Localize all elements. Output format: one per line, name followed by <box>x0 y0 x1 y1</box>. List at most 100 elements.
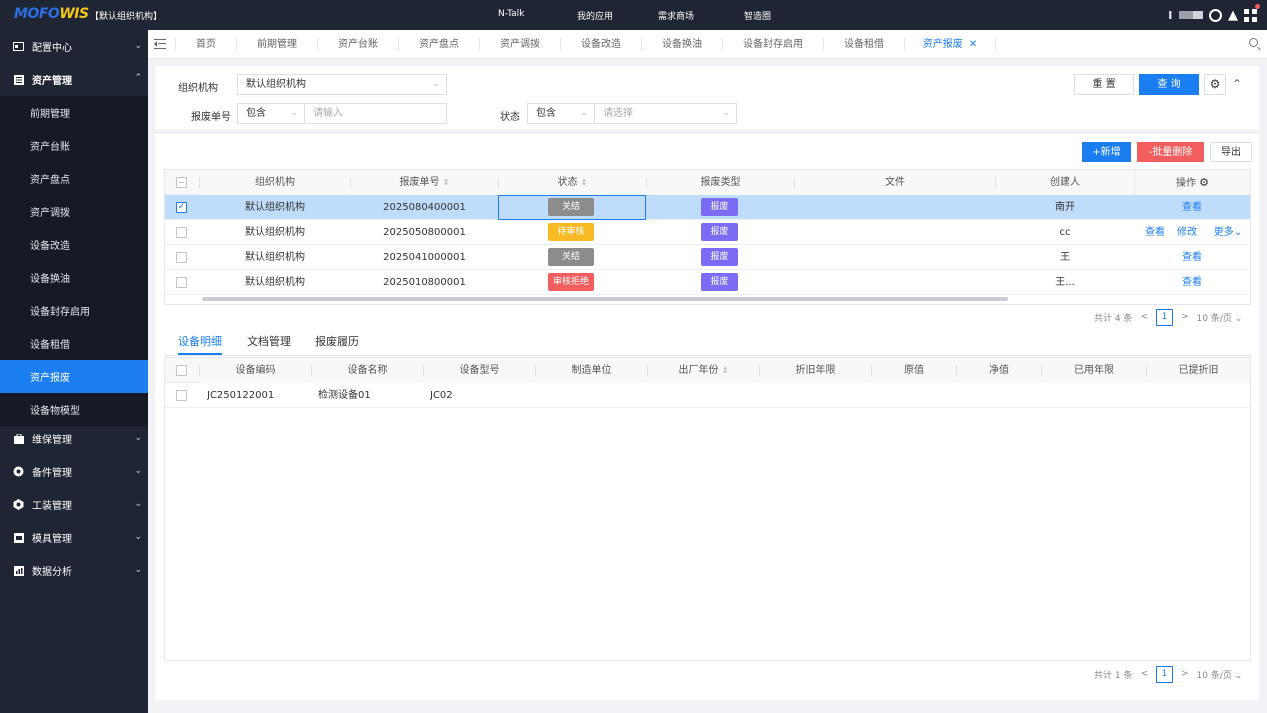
table-row[interactable]: 默认组织机构 2025010800001 审核拒绝 报废 王... 查看 <box>165 270 1250 295</box>
scrap-no-input[interactable]: 请输入 <box>304 103 447 124</box>
subtab-equipment-detail[interactable]: 设备明细 <box>178 329 222 355</box>
sort-icon[interactable]: ⇕ <box>722 366 729 375</box>
row-checkbox[interactable] <box>176 227 187 238</box>
settings-gear-icon[interactable]: ⚙ <box>1204 74 1226 95</box>
status-select[interactable]: 请选择 ⌄ <box>594 103 737 124</box>
prev-page-icon[interactable]: < <box>1140 312 1148 322</box>
tab-modification[interactable]: 设备改造 <box>561 30 641 59</box>
menu-collapse-icon[interactable] <box>154 39 166 49</box>
nav-demand-mall[interactable]: 需求商场 <box>658 9 694 22</box>
header-label: 报废单号 <box>399 177 440 188</box>
sort-icon[interactable]: ⇕ <box>443 178 450 187</box>
table-header: 设备编码 设备名称 设备型号 制造单位 出厂年份 ⇕ 折旧年限 原值 净值 已用… <box>165 358 1250 383</box>
page-size-select[interactable]: 10 条/页 ⌄ <box>1197 668 1243 681</box>
table-row[interactable]: ✓ 默认组织机构 2025080400001 关结 报废 南开 查看 <box>165 195 1250 220</box>
sidebar-item-tooling[interactable]: 工装管理 ⌄ <box>0 488 148 521</box>
batch-delete-button[interactable]: -批量删除 <box>1137 142 1204 162</box>
row-checkbox[interactable]: ✓ <box>176 202 187 213</box>
nav-my-apps[interactable]: 我的应用 <box>577 9 613 22</box>
row-checkbox[interactable] <box>176 252 187 263</box>
row-checkbox[interactable] <box>176 277 187 288</box>
sort-icon[interactable]: ⇕ <box>581 178 588 187</box>
user-avatar[interactable] <box>1169 11 1203 19</box>
chevron-down-icon: ⌄ <box>432 79 440 89</box>
th-org: 组织机构 <box>200 170 350 195</box>
status-badge: 待审核 <box>548 223 594 241</box>
sidebar-sub-lease[interactable]: 设备租借 <box>0 327 148 360</box>
page-number[interactable]: 1 <box>1156 308 1173 326</box>
top-right-tools: ▲ <box>1169 3 1260 24</box>
column-settings-gear-icon[interactable]: ⚙ <box>1199 176 1209 189</box>
subtab-scrap-history[interactable]: 报废履历 <box>315 329 359 355</box>
org-select[interactable]: 默认组织机构 ⌄ <box>237 74 447 95</box>
tab-ledger[interactable]: 资产台账 <box>318 30 398 59</box>
th-status[interactable]: 状态 ⇕ <box>499 170 646 195</box>
select-placeholder: 请选择 <box>603 108 633 119</box>
tab-home[interactable]: 首页 <box>176 30 236 59</box>
nav-smart-circle[interactable]: 智造圈 <box>744 9 771 22</box>
user-icon[interactable] <box>1209 8 1222 22</box>
view-link[interactable]: 查看 <box>1134 270 1250 295</box>
tab-lease[interactable]: 设备租借 <box>824 30 904 59</box>
status-operator[interactable]: 包含 ⌄ <box>527 103 595 124</box>
table-row[interactable]: 默认组织机构 2025041000001 关结 报废 王 查看 <box>165 245 1250 270</box>
nav-ntalk[interactable]: N-Talk <box>498 9 524 19</box>
sidebar-sub-ledger[interactable]: 资产台账 <box>0 129 148 162</box>
reset-button[interactable]: 重 置 <box>1074 74 1134 95</box>
sidebar-item-spare-parts[interactable]: 备件管理 ⌄ <box>0 455 148 488</box>
sidebar-item-asset-mgmt[interactable]: 资产管理 ⌃ <box>0 63 148 96</box>
sidebar-sub-scrap[interactable]: 资产报废 <box>0 360 148 393</box>
view-link[interactable]: 查看 <box>1143 220 1167 245</box>
cell-equipment-code: JC250122001 <box>207 390 275 401</box>
sidebar-item-label: 数据分析 <box>32 567 72 578</box>
view-link[interactable]: 查看 <box>1134 245 1250 270</box>
tab-preliminary[interactable]: 前期管理 <box>237 30 317 59</box>
more-dropdown[interactable]: 更多⌄ <box>1208 220 1248 245</box>
select-all-checkbox[interactable] <box>176 177 187 188</box>
sidebar-sub-modification[interactable]: 设备改造 <box>0 228 148 261</box>
prev-page-icon[interactable]: < <box>1140 669 1148 679</box>
search-icon[interactable] <box>1249 38 1261 51</box>
page-size-select[interactable]: 10 条/页 ⌄ <box>1197 311 1243 324</box>
table-row[interactable]: 默认组织机构 2025050800001 待审核 报废 cc 查看 修改 更多⌄ <box>165 220 1250 245</box>
select-all-checkbox[interactable] <box>176 365 187 376</box>
close-icon[interactable]: ✕ <box>969 39 977 50</box>
sidebar-item-config[interactable]: 配置中心 ⌄ <box>0 30 148 63</box>
tab-oil-change[interactable]: 设备换油 <box>642 30 722 59</box>
query-button[interactable]: 查 询 <box>1139 74 1199 95</box>
edit-link[interactable]: 修改 <box>1175 220 1199 245</box>
sidebar-item-label: 配置中心 <box>32 43 72 54</box>
add-button[interactable]: +新增 <box>1082 142 1131 162</box>
scrap-no-operator[interactable]: 包含 ⌄ <box>237 103 305 124</box>
gear-icon <box>13 499 24 510</box>
sidebar-item-analytics[interactable]: 数据分析 ⌄ <box>0 554 148 587</box>
th-manufacture-year[interactable]: 出厂年份 ⇕ <box>648 358 759 383</box>
tab-scrap[interactable]: 资产报废 ✕ <box>905 30 995 59</box>
export-button[interactable]: 导出 <box>1210 142 1252 162</box>
th-scrap-no[interactable]: 报废单号 ⇕ <box>351 170 498 195</box>
header-label: 状态 <box>557 177 578 188</box>
page-number[interactable]: 1 <box>1156 665 1173 683</box>
collapse-up-icon[interactable]: ⌃ <box>1232 77 1242 91</box>
subtab-documents[interactable]: 文档管理 <box>247 329 291 355</box>
sidebar-item-maintenance[interactable]: 维保管理 ⌄ <box>0 422 148 455</box>
sidebar-sub-seal[interactable]: 设备封存启用 <box>0 294 148 327</box>
sidebar-sub-inventory[interactable]: 资产盘点 <box>0 162 148 195</box>
next-page-icon[interactable]: > <box>1181 312 1189 322</box>
row-checkbox[interactable] <box>176 390 187 401</box>
sidebar-sub-oil-change[interactable]: 设备换油 <box>0 261 148 294</box>
tab-transfer[interactable]: 资产调拨 <box>480 30 560 59</box>
view-link[interactable]: 查看 <box>1134 195 1250 220</box>
sidebar-sub-transfer[interactable]: 资产调拨 <box>0 195 148 228</box>
horizontal-scrollbar[interactable] <box>202 297 1008 301</box>
tab-inventory[interactable]: 资产盘点 <box>399 30 479 59</box>
sidebar-sub-preliminary[interactable]: 前期管理 <box>0 96 148 129</box>
sidebar-item-molds[interactable]: 模具管理 ⌄ <box>0 521 148 554</box>
theme-shirt-icon[interactable]: ▲ <box>1228 9 1238 22</box>
apps-grid-icon[interactable] <box>1244 3 1260 22</box>
th-used-years: 已用年限 <box>1042 358 1146 383</box>
next-page-icon[interactable]: > <box>1181 669 1189 679</box>
type-badge: 报废 <box>701 248 738 266</box>
tab-seal[interactable]: 设备封存启用 <box>723 30 823 59</box>
table-row[interactable]: JC250122001 检测设备01 JC02 <box>165 383 1250 408</box>
